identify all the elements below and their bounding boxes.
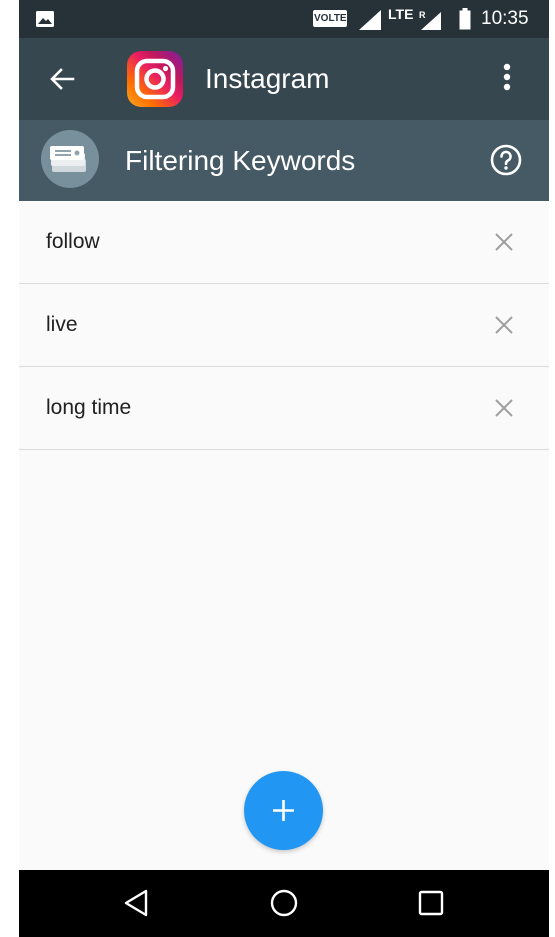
section-title: Filtering Keywords (125, 145, 356, 176)
nav-bar (19, 870, 549, 937)
home-circle-icon[interactable] (269, 888, 299, 918)
app-bar: Instagram (19, 38, 549, 120)
battery-icon (459, 8, 471, 30)
left-edge (0, 0, 19, 937)
right-edge (549, 0, 555, 937)
close-icon[interactable] (493, 397, 515, 419)
list-item[interactable]: follow (19, 201, 549, 284)
back-triangle-icon[interactable] (122, 888, 150, 918)
plus-icon (273, 800, 294, 821)
list-item[interactable]: live (19, 284, 549, 367)
lte-label: LTE (388, 6, 414, 22)
more-vert-icon[interactable] (503, 63, 511, 91)
signal-icon (359, 10, 381, 30)
lte-icon: LTE (388, 7, 413, 21)
app-title: Instagram (205, 63, 330, 94)
keyword-label: follow (46, 230, 100, 253)
status-bar: VOLTE LTE R 10:35 (19, 0, 549, 38)
svg-text:R: R (419, 10, 426, 20)
status-time: 10:35 (481, 8, 529, 29)
filter-cards-icon (41, 130, 99, 188)
section-header: Filtering Keywords (19, 120, 549, 201)
close-icon[interactable] (493, 314, 515, 336)
keyword-label: long time (46, 396, 132, 419)
volte-badge: VOLTE (313, 10, 347, 27)
add-keyword-button[interactable] (244, 771, 323, 850)
keyword-list: follow live long time (19, 201, 549, 450)
list-item[interactable]: long time (19, 367, 549, 450)
keyword-label: live (46, 313, 78, 336)
help-icon[interactable] (489, 143, 523, 177)
back-arrow-icon[interactable] (49, 66, 75, 92)
image-icon (36, 11, 54, 27)
recents-square-icon[interactable] (418, 890, 444, 916)
instagram-logo-icon (127, 51, 183, 107)
roaming-signal-icon: R (419, 10, 441, 30)
close-icon[interactable] (493, 231, 515, 253)
